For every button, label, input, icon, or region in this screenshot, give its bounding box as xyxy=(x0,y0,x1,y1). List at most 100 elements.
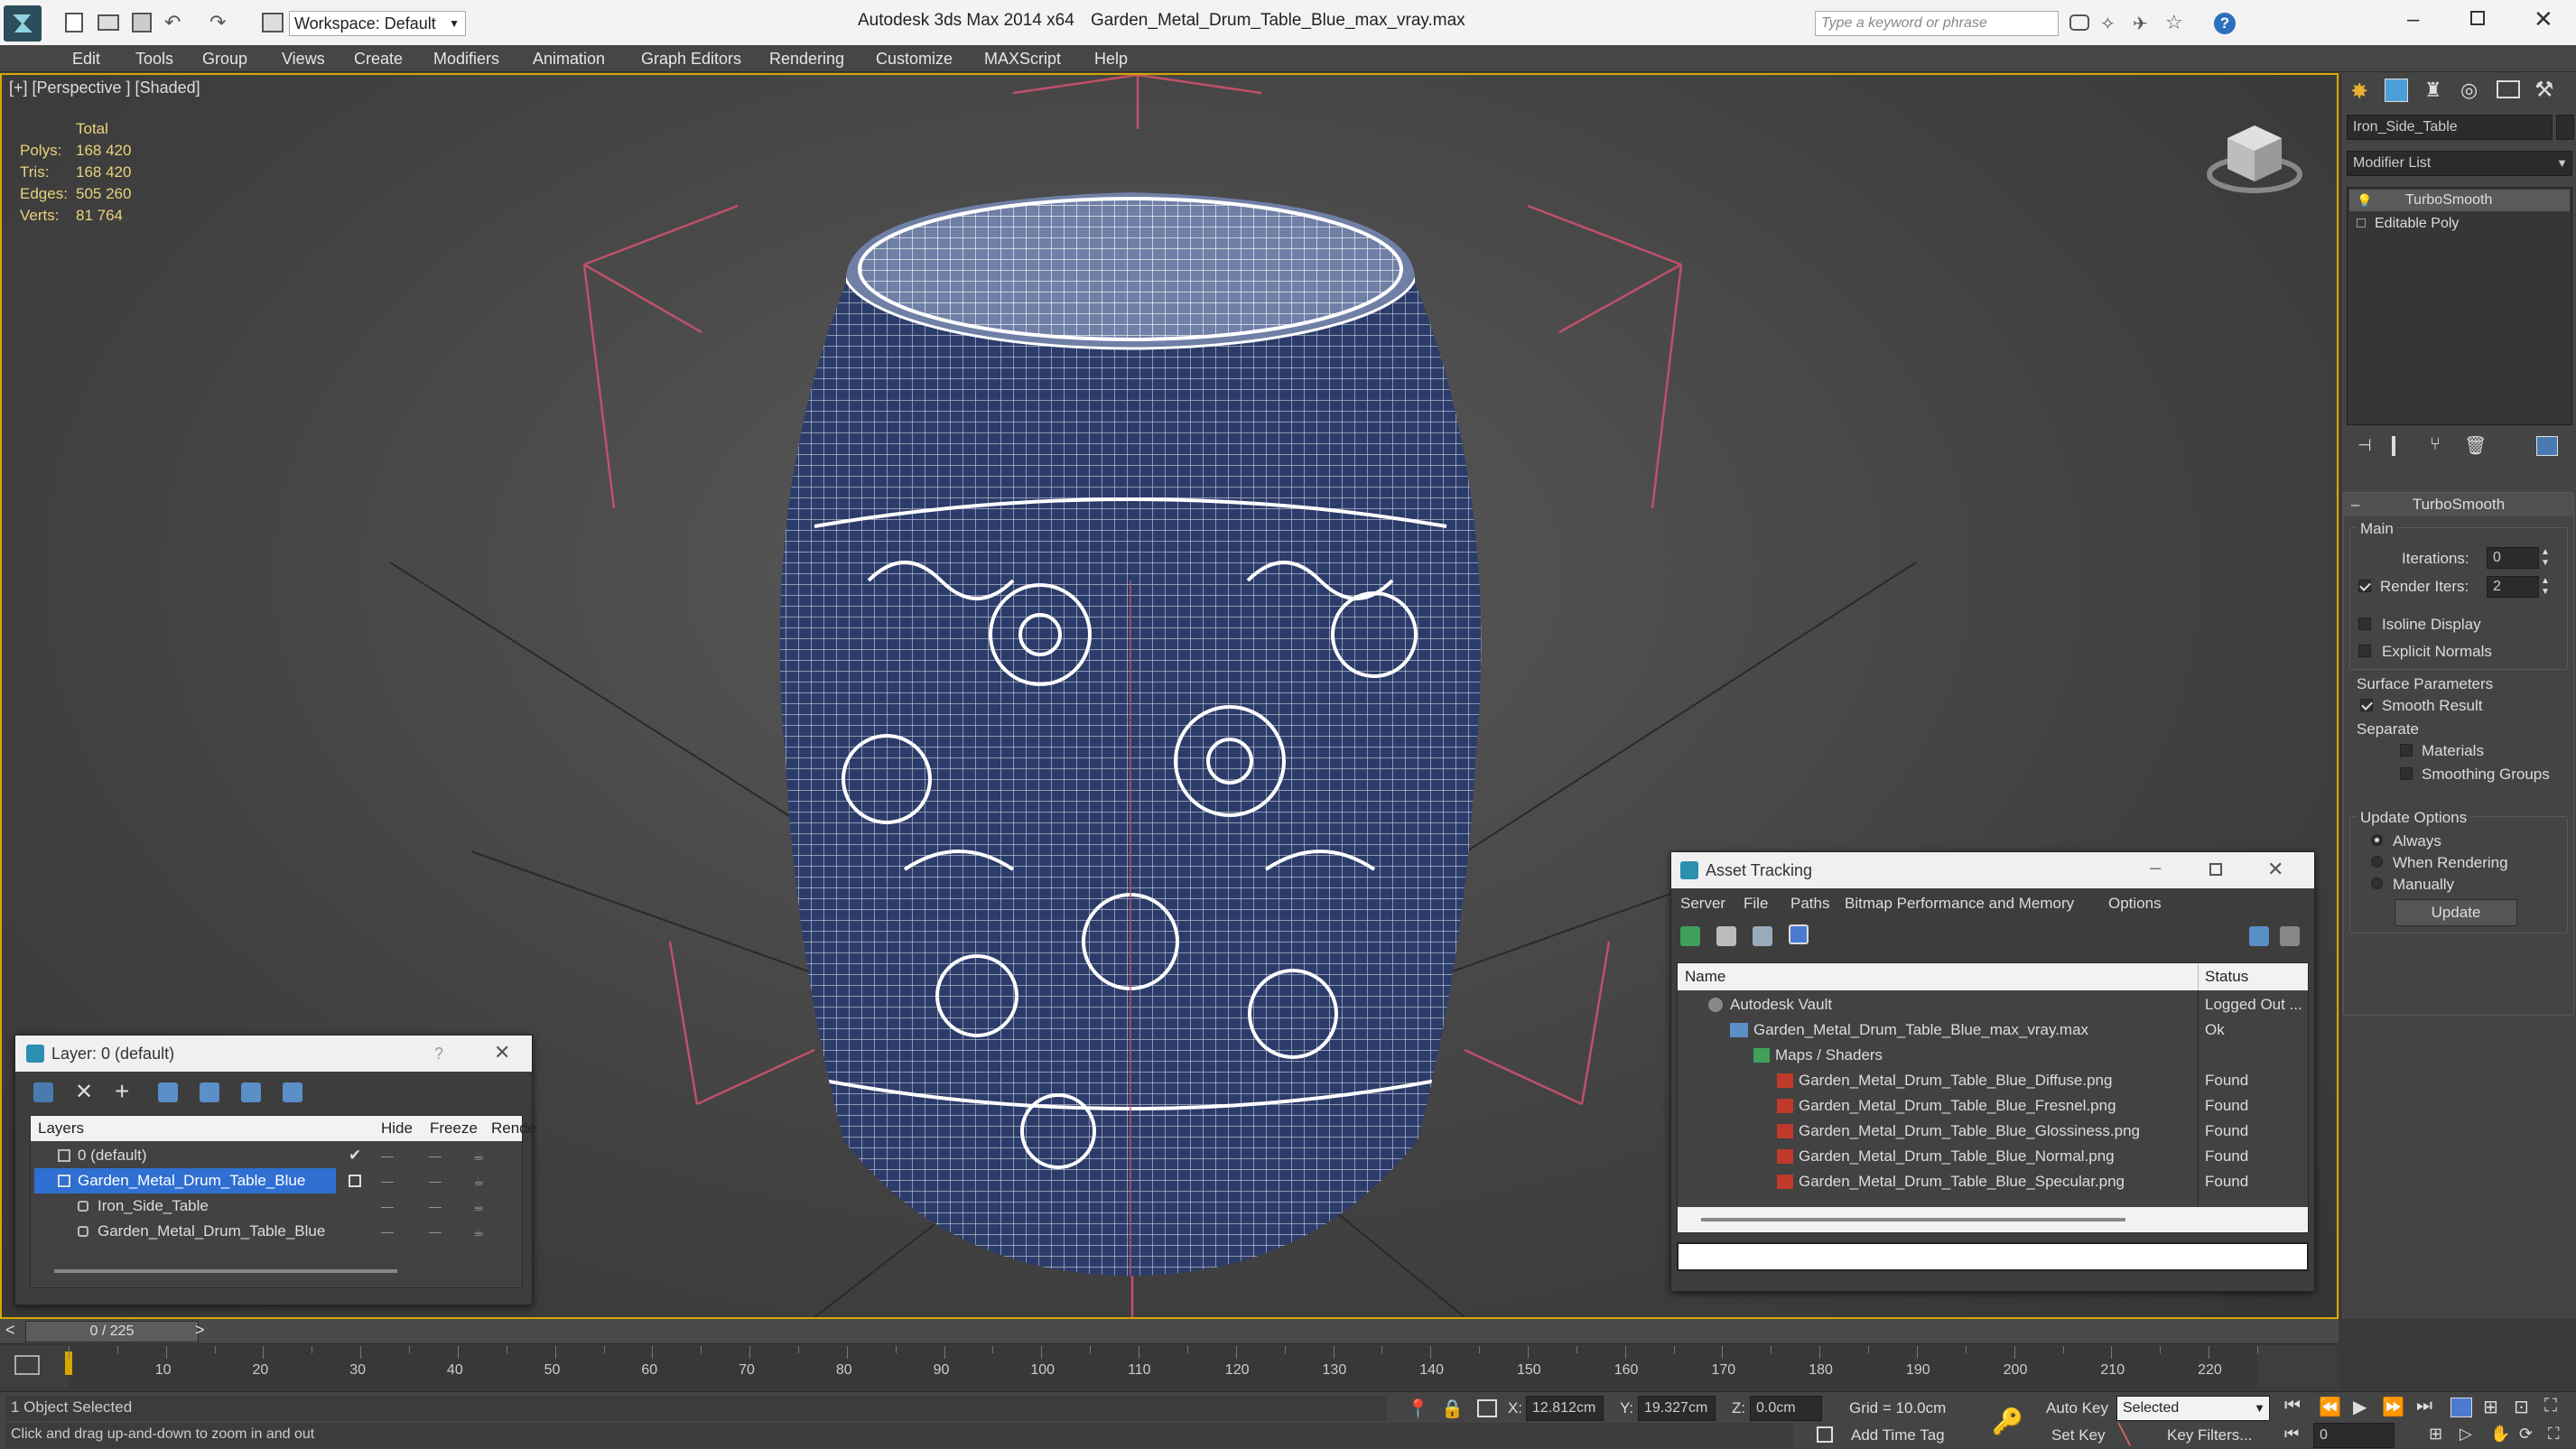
absolute-mode-icon[interactable] xyxy=(1477,1399,1497,1417)
menu-maxscript[interactable]: MAXScript xyxy=(984,45,1061,72)
key-mode-toggle-icon[interactable]: ⏮ xyxy=(2284,1425,2299,1444)
create-layer-icon[interactable] xyxy=(33,1082,53,1102)
asset-menu-server[interactable]: Server xyxy=(1680,890,1725,917)
spinner-arrows-icon[interactable]: ▲ ▼ xyxy=(2541,576,2550,598)
explicit-normals-checkbox[interactable] xyxy=(2358,645,2371,657)
utilities-tab-icon[interactable]: ⚒ xyxy=(2534,77,2554,103)
always-radio[interactable] xyxy=(2371,834,2383,846)
spinner-arrows-icon[interactable]: ▲ ▼ xyxy=(2541,547,2550,569)
asset-help-icon[interactable] xyxy=(2249,926,2269,946)
menu-modifiers[interactable]: Modifiers xyxy=(433,45,499,72)
column-name[interactable]: Name xyxy=(1685,963,1725,990)
rollout-header[interactable]: – TurboSmooth xyxy=(2344,493,2573,516)
redo-icon[interactable]: ↷ xyxy=(209,11,226,34)
column-render[interactable]: Rende xyxy=(491,1116,536,1141)
key-mode-icon[interactable]: ╲ xyxy=(2118,1423,2130,1446)
set-key-icon[interactable]: 🔑 xyxy=(1992,1407,2023,1436)
x-coordinate-field[interactable]: 12.812cm xyxy=(1526,1396,1604,1421)
auto-key-button[interactable]: Auto Key xyxy=(2046,1399,2108,1417)
time-config-icon[interactable]: ⊞ xyxy=(2429,1425,2442,1444)
freeze-all-layers-icon[interactable] xyxy=(283,1082,302,1102)
smooth-result-checkbox[interactable] xyxy=(2360,699,2373,711)
manually-radio[interactable] xyxy=(2371,878,2383,889)
asset-row[interactable]: Garden_Metal_Drum_Table_Blue_Diffuse.png… xyxy=(1678,1068,2308,1093)
grid-view-icon[interactable] xyxy=(1789,924,1809,944)
select-objects-icon[interactable] xyxy=(158,1082,178,1102)
asset-row[interactable]: Garden_Metal_Drum_Table_Blue_Fresnel.png… xyxy=(1678,1093,2308,1119)
current-layer-check-icon[interactable]: ✔ xyxy=(349,1143,361,1168)
create-tab-icon[interactable]: ✸ xyxy=(2350,79,2368,105)
workspace-dropdown[interactable]: Workspace: Default ▼ xyxy=(289,11,466,36)
time-slider-prev-icon[interactable]: < xyxy=(5,1321,15,1340)
smoothing-groups-checkbox[interactable] xyxy=(2400,767,2413,780)
communication-icon[interactable]: ✈ xyxy=(2133,13,2148,35)
maximize-viewport-icon[interactable]: ⛶ xyxy=(2544,1396,2557,1416)
add-to-layer-icon[interactable]: + xyxy=(115,1077,129,1106)
undo-icon[interactable]: ↶ xyxy=(164,11,181,34)
menu-edit[interactable]: Edit xyxy=(72,45,100,72)
asset-row[interactable]: Garden_Metal_Drum_Table_Blue_max_vray.ma… xyxy=(1678,1017,2308,1043)
show-end-result-icon[interactable] xyxy=(2392,436,2395,456)
when-rendering-radio[interactable] xyxy=(2371,856,2383,868)
render-iters-checkbox[interactable] xyxy=(2358,580,2371,592)
asset-menu-bitmap[interactable]: Bitmap Performance and Memory xyxy=(1845,890,2074,917)
menu-rendering[interactable]: Rendering xyxy=(769,45,844,72)
materials-checkbox[interactable] xyxy=(2400,744,2413,757)
column-layers[interactable]: Layers xyxy=(38,1116,84,1141)
time-slider[interactable]: < 0 / 225 > xyxy=(0,1319,2339,1344)
zoom-all-icon[interactable]: ⊞ xyxy=(2483,1396,2498,1418)
key-filters-button[interactable]: Key Filters... xyxy=(2167,1426,2252,1444)
menu-customize[interactable]: Customize xyxy=(876,45,953,72)
table-view-icon[interactable] xyxy=(1753,926,1772,946)
go-to-end-icon[interactable]: ⏭ xyxy=(2416,1396,2432,1416)
layer-horizontal-scrollbar[interactable] xyxy=(54,1269,397,1273)
favorites-star-icon[interactable]: ☆ xyxy=(2165,11,2183,34)
help-icon[interactable]: ? xyxy=(2214,13,2236,34)
binoculars-icon[interactable] xyxy=(2069,14,2089,31)
hide-all-layers-icon[interactable] xyxy=(241,1082,261,1102)
field-of-view-icon[interactable]: ▷ xyxy=(2460,1425,2472,1444)
stack-item-editable-poly[interactable]: Editable Poly xyxy=(2349,213,2570,235)
configure-sets-icon[interactable] xyxy=(2536,436,2558,456)
close-button[interactable]: ✕ xyxy=(2534,5,2553,33)
pin-icon[interactable]: 📍 xyxy=(1407,1398,1429,1420)
time-slider-next-icon[interactable]: > xyxy=(195,1321,205,1340)
column-hide[interactable]: Hide xyxy=(381,1116,413,1141)
asset-row[interactable]: Garden_Metal_Drum_Table_Blue_Specular.pn… xyxy=(1678,1169,2308,1194)
perspective-viewport[interactable]: [+] [Perspective ] [Shaded] Total Polys:… xyxy=(0,73,2339,1319)
refresh-icon[interactable] xyxy=(1680,926,1700,946)
remove-modifier-icon[interactable]: 🗑 xyxy=(2464,434,2487,457)
maximize-button[interactable] xyxy=(2470,11,2485,25)
bulb-icon[interactable]: 💡 xyxy=(2357,190,2372,211)
column-freeze[interactable]: Freeze xyxy=(430,1116,478,1141)
menu-create[interactable]: Create xyxy=(354,45,403,72)
column-status[interactable]: Status xyxy=(2205,963,2248,990)
selected-set-dropdown[interactable]: Selected ▼ xyxy=(2116,1396,2270,1421)
minimize-icon[interactable]: – xyxy=(2150,856,2161,879)
play-icon[interactable]: ▶ xyxy=(2353,1396,2367,1418)
object-color-swatch[interactable] xyxy=(2556,115,2574,140)
go-to-start-icon[interactable]: ⏮ xyxy=(2284,1396,2301,1416)
motion-tab-icon[interactable]: ◎ xyxy=(2460,79,2478,102)
asset-horizontal-scrollbar[interactable] xyxy=(1678,1207,2308,1232)
set-key-button[interactable]: Set Key xyxy=(2051,1426,2106,1444)
list-view-icon[interactable] xyxy=(1716,926,1736,946)
update-button[interactable]: Update xyxy=(2395,899,2517,926)
highlight-layer-icon[interactable] xyxy=(200,1082,219,1102)
menu-tools[interactable]: Tools xyxy=(135,45,173,72)
asset-menu-file[interactable]: File xyxy=(1744,890,1768,917)
modify-tab-icon[interactable] xyxy=(2385,79,2408,102)
menu-animation[interactable]: Animation xyxy=(533,45,605,72)
delete-layer-icon[interactable]: ✕ xyxy=(75,1079,93,1105)
project-folder-icon[interactable] xyxy=(262,13,284,33)
asset-menu-paths[interactable]: Paths xyxy=(1790,890,1829,917)
close-icon[interactable]: ✕ xyxy=(494,1041,510,1064)
y-coordinate-field[interactable]: 19.327cm xyxy=(1638,1396,1716,1421)
zoom-icon[interactable] xyxy=(2450,1398,2472,1417)
quick-access-save-icon[interactable] xyxy=(132,13,152,33)
pan-icon[interactable]: ✋ xyxy=(2490,1425,2510,1444)
display-tab-icon[interactable] xyxy=(2497,80,2520,98)
make-unique-icon[interactable]: ⑂ xyxy=(2430,434,2441,455)
quick-access-open-icon[interactable] xyxy=(98,14,119,31)
asset-window-titlebar[interactable]: Asset Tracking – ✕ xyxy=(1671,852,2314,888)
